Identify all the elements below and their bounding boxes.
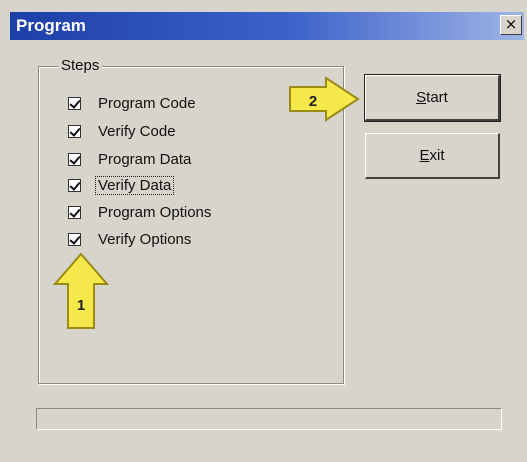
checkbox-verify-options[interactable]: Verify Options [68,228,193,250]
callout-arrow-right-icon: 2 [289,76,360,122]
start-label-rest: tart [426,89,448,106]
checkbox-verify-data[interactable]: Verify Data [68,174,175,196]
checkbox-label: Verify Options [98,230,192,248]
checkbox-program-options[interactable]: Program Options [68,201,213,223]
checkbox-checked-icon[interactable] [68,232,81,246]
checkbox-program-data[interactable]: Program Data [68,148,193,170]
checkbox-checked-icon[interactable] [68,124,81,138]
exit-button[interactable]: Exit [365,133,500,179]
checkbox-label: Verify Code [98,122,176,140]
checkbox-label: Program Code [98,94,196,112]
checkbox-program-code[interactable]: Program Code [68,92,198,114]
checkbox-checked-icon[interactable] [68,152,81,166]
checkbox-checked-icon[interactable] [68,178,81,192]
checkbox-verify-code[interactable]: Verify Code [68,120,178,142]
checkbox-checked-icon[interactable] [68,205,81,219]
start-button[interactable]: Start [364,74,501,122]
checkbox-label: Verify Data [94,175,175,195]
exit-label-rest: xit [429,147,445,164]
window-title: Program [16,16,86,35]
callout-number-1: 1 [77,297,85,314]
checkbox-checked-icon[interactable] [68,96,81,110]
callout-arrow-up-icon: 1 [52,252,110,329]
start-mnemonic: S [416,89,427,106]
title-bar[interactable]: Program × [10,12,524,40]
exit-mnemonic: E [419,147,430,164]
close-button[interactable]: × [500,15,522,35]
checkbox-label: Program Data [98,150,192,168]
checkbox-label: Program Options [98,203,212,221]
progress-bar [36,408,502,430]
steps-group-label: Steps [58,57,103,74]
program-dialog: Program × Steps Program Code Verify Code… [0,0,527,462]
callout-number-2: 2 [309,93,317,110]
close-icon: × [504,15,518,33]
